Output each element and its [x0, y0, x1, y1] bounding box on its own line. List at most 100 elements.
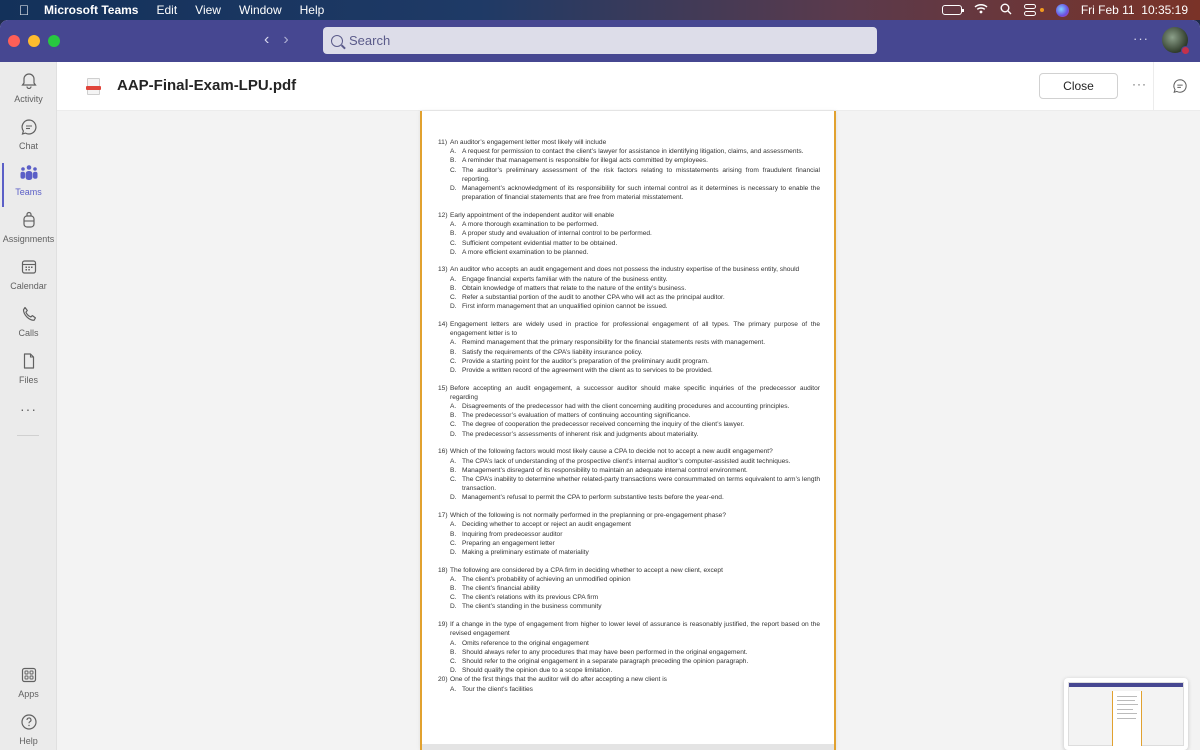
rail-item-apps[interactable]: Apps — [0, 665, 57, 711]
rail-item-chat[interactable]: Chat — [0, 117, 57, 163]
profile-avatar[interactable] — [1162, 27, 1190, 55]
rail-item-assignments[interactable]: Assignments — [0, 210, 57, 256]
page-content: 11) An auditor’s engagement letter most l… — [438, 138, 820, 702]
rail-item-calendar[interactable]: Calendar — [0, 257, 57, 303]
question-stem: 20) One of the first things that the audi… — [438, 675, 820, 684]
option-letter: D. — [450, 248, 457, 256]
control-center-icon[interactable] — [1023, 4, 1036, 16]
option-letter: C. — [450, 539, 457, 547]
menu-app-name[interactable]: Microsoft Teams — [44, 3, 138, 17]
option-letter: A. — [450, 221, 457, 229]
backpack-icon — [19, 210, 39, 230]
menu-view[interactable]: View — [195, 3, 221, 17]
rail-label: Activity — [14, 94, 43, 104]
option-letter: B. — [450, 284, 457, 292]
option-text: The client’s relations with its previous… — [462, 594, 599, 602]
rail-item-calls[interactable]: Calls — [0, 304, 57, 350]
answer-option: B. Management’s disregard of its responsi… — [438, 466, 820, 475]
answer-option: D. First inform management that an unqual… — [438, 302, 820, 311]
show-conversation-icon[interactable] — [1172, 78, 1188, 99]
option-text: Management’s refusal to permit the CPA t… — [462, 494, 724, 502]
wifi-icon[interactable] — [974, 3, 988, 17]
more-apps-button[interactable]: ··· — [0, 401, 57, 417]
window-controls — [8, 35, 60, 47]
option-letter: C. — [450, 166, 457, 174]
question-18: 18) The following are considered by a CPA… — [438, 566, 820, 612]
question-number: 13) — [438, 266, 448, 274]
question-text: An auditor’s engagement letter most like… — [450, 139, 607, 146]
option-letter: B. — [450, 648, 457, 656]
option-text: First inform management that an unqualif… — [462, 303, 668, 311]
answer-option: D. Management’s acknowledgment of its res… — [438, 184, 820, 202]
answer-option: A. Omits reference to the original engage… — [438, 639, 820, 648]
option-text: Tour the client’s facilities — [462, 685, 533, 693]
answer-option: B. Inquiring from predecessor auditor — [438, 530, 820, 539]
minimize-window-button[interactable] — [28, 35, 40, 47]
file-header: AAP-Final-Exam-LPU.pdf Close ··· — [57, 62, 1200, 111]
close-button[interactable]: Close — [1039, 73, 1118, 99]
thumbnail-line — [1117, 718, 1136, 719]
rail-item-help[interactable]: Help — [0, 712, 57, 750]
pdf-viewer[interactable]: 11) An auditor’s engagement letter most l… — [57, 111, 1200, 750]
answer-option: A. Engage financial experts familiar with… — [438, 275, 820, 284]
option-letter: A. — [450, 521, 457, 529]
search-input[interactable]: Search — [323, 27, 877, 54]
zoom-window-button[interactable] — [48, 35, 60, 47]
search-icon — [331, 34, 343, 47]
answer-option: C. Should refer to the original engagemen… — [438, 657, 820, 666]
option-letter: D. — [450, 430, 457, 438]
question-stem: 19) If a change in the type of engagement… — [438, 620, 820, 638]
option-letter: B. — [450, 348, 457, 356]
option-text: Omits reference to the original engageme… — [462, 639, 589, 647]
answer-option: D. Should qualify the opinion due to a sc… — [438, 666, 820, 675]
question-14: 14) Engagement letters are widely used in… — [438, 320, 820, 375]
answer-option: D. The predecessor’s assessments of inher… — [438, 430, 820, 439]
question-stem: 12) Early appointment of the independent … — [438, 211, 820, 220]
menu-edit[interactable]: Edit — [156, 3, 177, 17]
menu-help[interactable]: Help — [300, 3, 325, 17]
option-text: The client’s financial ability — [462, 585, 540, 593]
option-text: Deciding whether to accept or reject an … — [462, 521, 631, 529]
close-window-button[interactable] — [8, 35, 20, 47]
option-letter: B. — [450, 466, 457, 474]
option-text: Remind management that the primary respo… — [462, 339, 766, 347]
rail-item-teams[interactable]: Teams — [0, 163, 57, 209]
option-letter: C. — [450, 421, 457, 429]
answer-option: A. The CPA’s lack of understanding of the… — [438, 457, 820, 466]
option-letter: B. — [450, 585, 457, 593]
apple-logo-icon[interactable]:  — [16, 2, 32, 18]
option-letter: A. — [450, 685, 457, 693]
option-text: A proper study and evaluation of interna… — [462, 230, 652, 238]
chevron-right-icon[interactable]: › — [283, 31, 288, 49]
menu-window[interactable]: Window — [239, 3, 282, 17]
pdf-page: 11) An auditor’s engagement letter most l… — [420, 111, 836, 750]
option-text: Refer a substantial portion of the audit… — [462, 294, 725, 302]
option-letter: B. — [450, 230, 457, 238]
option-text: Disagreements of the predecessor had wit… — [462, 403, 790, 411]
window-preview-thumbnail[interactable] — [1064, 678, 1188, 750]
question-text: The following are considered by a CPA fi… — [450, 566, 723, 574]
question-number: 11) — [438, 139, 448, 146]
rail-item-files[interactable]: Files — [0, 351, 57, 397]
option-text: The client’s standing in the business co… — [462, 603, 602, 611]
teams-window: ‹ › Search ··· Activity Chat Teams Assig… — [0, 20, 1200, 750]
option-text: A reminder that management is responsibl… — [462, 157, 708, 165]
answer-option: B. The client’s financial ability — [438, 584, 820, 593]
menu-clock[interactable]: Fri Feb 11 10:35:19 — [1081, 3, 1188, 17]
battery-icon[interactable] — [941, 5, 964, 15]
question-12: 12) Early appointment of the independent … — [438, 211, 820, 257]
option-letter: D. — [450, 303, 457, 311]
siri-icon[interactable] — [1055, 3, 1069, 17]
rail-label: Teams — [15, 187, 42, 197]
rail-item-activity[interactable]: Activity — [0, 70, 57, 116]
question-number: 18) — [438, 566, 448, 574]
option-text: The predecessor’s assessments of inheren… — [462, 430, 699, 438]
answer-option: C. The auditor’s preliminary assessment o… — [438, 166, 820, 184]
more-options-button[interactable]: ··· — [1132, 77, 1147, 91]
chevron-left-icon[interactable]: ‹ — [264, 31, 269, 49]
question-number: 17) — [438, 512, 448, 520]
option-letter: A. — [450, 339, 457, 347]
answer-option: B. Obtain knowledge of matters that relat… — [438, 284, 820, 293]
settings-more-button[interactable]: ··· — [1133, 31, 1149, 46]
spotlight-search-icon[interactable] — [1000, 3, 1012, 18]
